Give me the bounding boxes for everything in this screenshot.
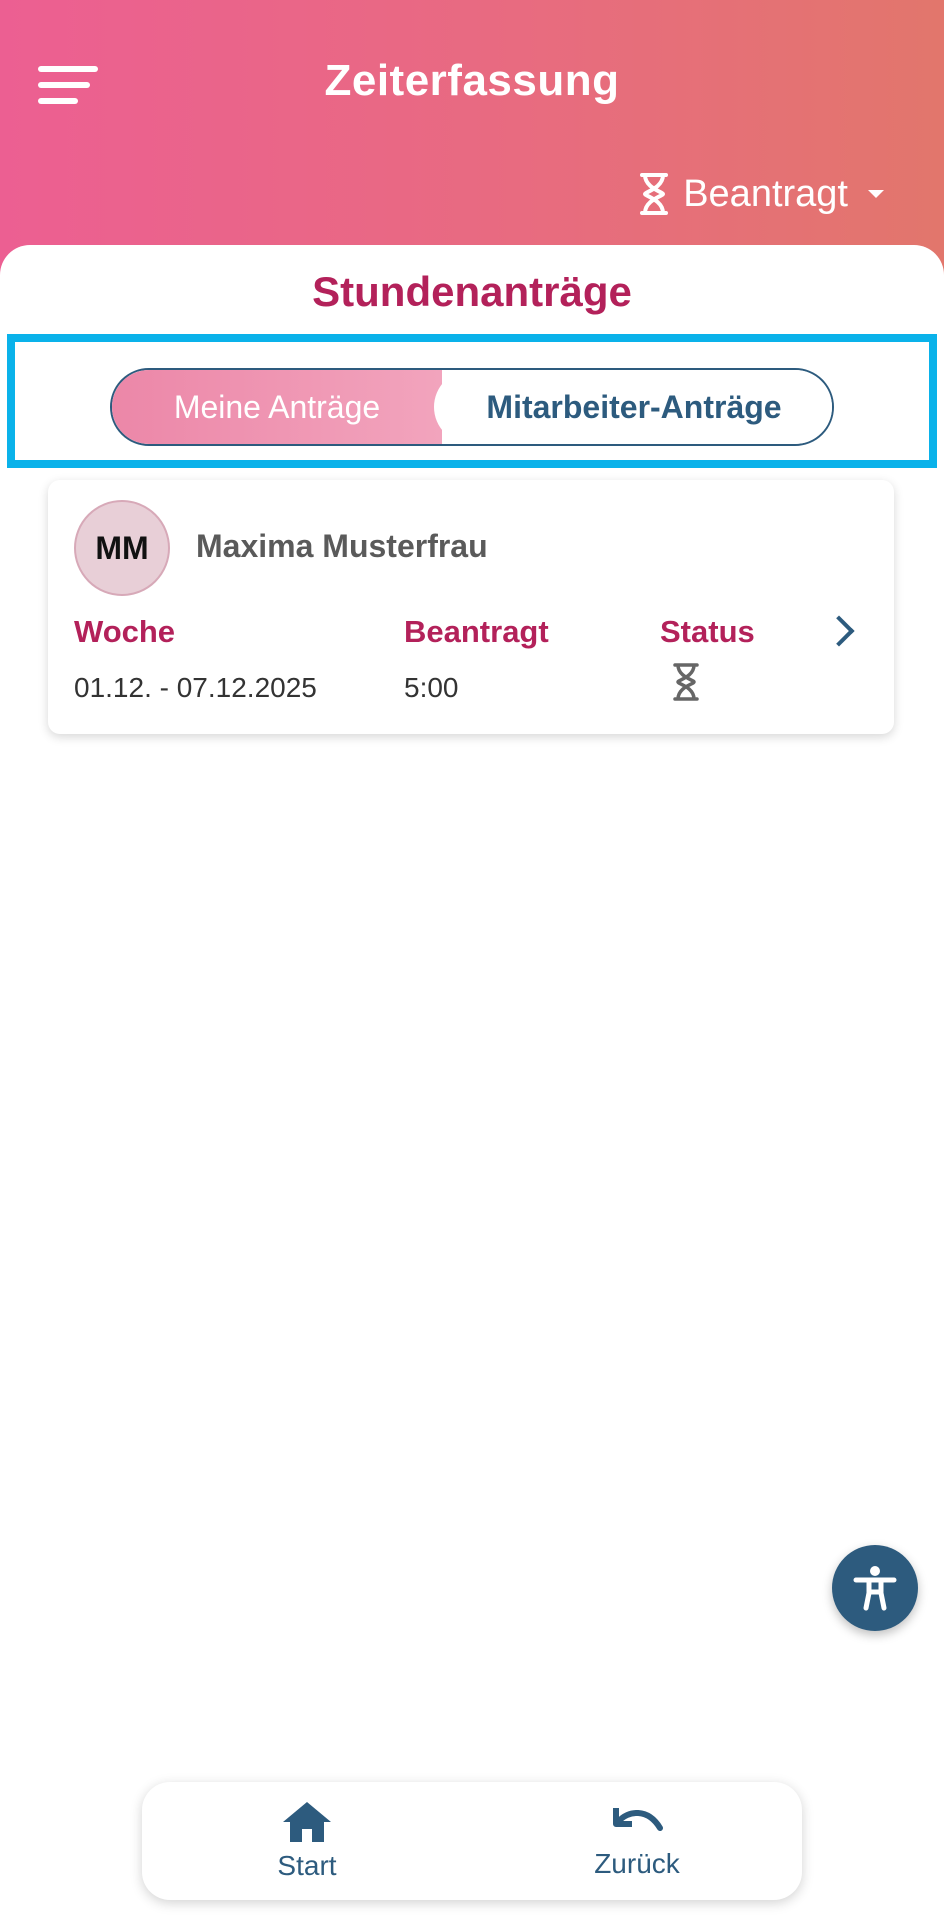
avatar: MM xyxy=(74,500,170,596)
status-label: Status xyxy=(660,614,755,649)
undo-icon xyxy=(613,1808,663,1831)
nav-start[interactable]: Start xyxy=(142,1782,472,1900)
nav-zurueck-label: Zurück xyxy=(594,1848,680,1879)
status-filter-dropdown[interactable]: Beantragt xyxy=(639,170,884,218)
screen: Zeiterfassung Beantragt Stundenanträge M… xyxy=(0,0,944,1920)
requested-label: Beantragt xyxy=(404,614,549,649)
accessibility-button[interactable] xyxy=(832,1545,918,1631)
bottom-navigation: Start Zurück xyxy=(142,1782,802,1900)
home-icon xyxy=(283,1802,331,1842)
app-title: Zeiterfassung xyxy=(324,56,620,105)
nav-zurueck[interactable]: Zurück xyxy=(472,1782,802,1900)
hourglass-icon xyxy=(640,173,669,215)
nav-start-label: Start xyxy=(277,1850,337,1881)
caret-down-icon xyxy=(868,190,884,198)
status-filter-label: Beantragt xyxy=(683,172,848,215)
week-label: Woche xyxy=(74,614,176,649)
requests-toggle[interactable]: Meine Anträge Mitarbeiter-Anträge xyxy=(110,368,834,446)
requested-value: 5:00 xyxy=(404,672,459,703)
tab-mitarbeiter-antraege[interactable]: Mitarbeiter-Anträge xyxy=(434,370,832,444)
request-card[interactable]: MM Maxima Musterfrau Woche 01.12. - 07.1… xyxy=(48,480,894,734)
tab-meine-antraege[interactable]: Meine Anträge xyxy=(112,370,442,444)
accessibility-icon xyxy=(853,1566,897,1611)
week-value: 01.12. - 07.12.2025 xyxy=(74,672,317,703)
chevron-right-icon[interactable] xyxy=(823,615,855,647)
section-title: Stundenanträge xyxy=(312,268,632,315)
hourglass-icon xyxy=(673,663,699,701)
employee-name: Maxima Musterfrau xyxy=(196,528,488,564)
